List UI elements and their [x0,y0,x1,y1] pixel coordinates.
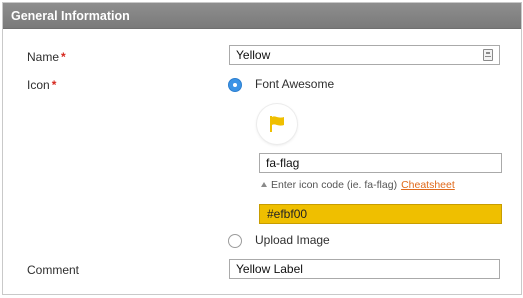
name-input[interactable]: Yellow [229,45,500,65]
comment-label: Comment [27,263,80,277]
name-required-mark: * [61,50,66,64]
general-information-panel: General Information Name * Yellow Icon * F… [2,2,522,295]
name-label: Name * [27,50,66,64]
comment-input-value: Yellow Label [236,262,303,276]
upload-image-radio[interactable] [228,234,242,248]
comment-input[interactable]: Yellow Label [229,259,500,279]
upload-image-radio-label[interactable]: Upload Image [255,233,330,247]
name-input-value: Yellow [236,48,271,62]
icon-label: Icon * [27,78,56,92]
icon-label-text: Icon [27,78,50,92]
cheatsheet-link[interactable]: Cheatsheet [401,179,455,191]
translate-icon[interactable] [483,49,493,61]
caret-up-icon [261,182,267,187]
hint-text: Enter icon code (ie. fa-flag) [271,179,398,191]
icon-code-value: fa-flag [266,156,300,170]
icon-preview [257,104,297,144]
icon-color-value: #efbf00 [267,207,308,221]
icon-color-input[interactable]: #efbf00 [259,204,502,224]
icon-code-input[interactable]: fa-flag [259,153,502,173]
section-header: General Information [3,3,521,29]
font-awesome-radio-label[interactable]: Font Awesome [255,77,334,91]
name-label-text: Name [27,50,60,64]
icon-required-mark: * [51,78,57,92]
icon-code-hint: Enter icon code (ie. fa-flag) Cheatsheet [261,179,455,191]
flag-icon [270,116,284,132]
font-awesome-radio[interactable] [228,78,242,92]
